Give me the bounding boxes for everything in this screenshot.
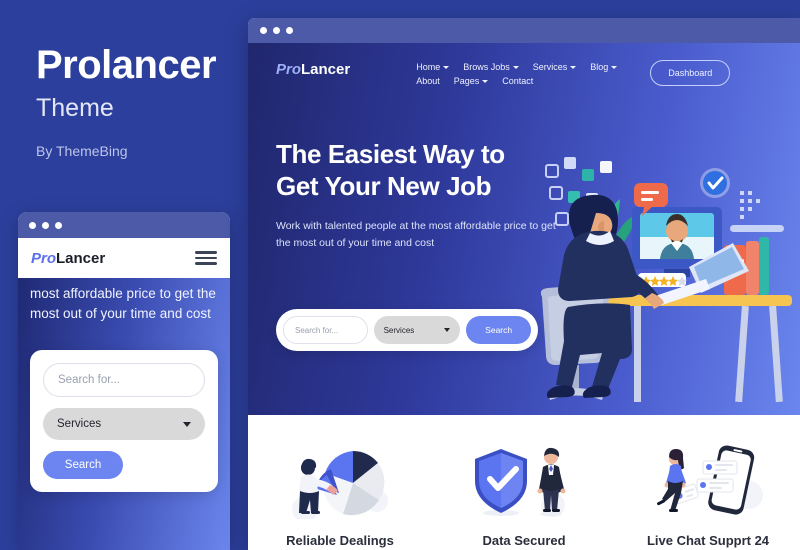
promo-subtitle: Theme — [36, 94, 114, 122]
hero-heading-line1: The Easiest Way to — [276, 139, 505, 169]
page-title: Prolancer — [36, 43, 217, 87]
nav-item-about[interactable]: About — [416, 76, 440, 86]
mobile-mockup: ProLancer most affordable price to get t… — [18, 212, 230, 550]
feature-card-live-chat[interactable]: Live Chat Supprt 24 — [616, 443, 800, 548]
feature-label: Reliable Dealings — [286, 533, 394, 548]
mobile-logo-prefix: Pro — [31, 249, 57, 267]
hero-illustration — [540, 157, 792, 403]
dashboard-button[interactable]: Dashboard — [650, 60, 731, 86]
window-dot-icon — [29, 221, 36, 229]
mobile-search-input[interactable]: Search for... — [43, 363, 205, 397]
window-dot-icon — [42, 221, 49, 229]
nav-item-contact[interactable]: Contact — [502, 76, 533, 86]
nav-label: Services — [532, 62, 568, 72]
promo-author: By ThemeBing — [36, 143, 128, 159]
chevron-down-icon — [512, 65, 519, 69]
search-input[interactable]: Search for... — [283, 316, 368, 344]
mobile-category-value: Services — [57, 418, 102, 430]
nav-links: Home Brows Jobs Services Blog About Page… — [350, 59, 650, 86]
search-button[interactable]: Search — [466, 316, 531, 344]
hamburger-icon[interactable] — [195, 251, 217, 265]
hero-section: ProLancer Home Brows Jobs Services Blog … — [248, 43, 800, 415]
mobile-hero: most affordable price to get the most ou… — [18, 278, 230, 550]
mobile-logo[interactable]: ProLancer — [31, 250, 105, 267]
feature-card-reliable-dealings[interactable]: Reliable Dealings — [248, 443, 432, 548]
mobile-category-select[interactable]: Services — [43, 408, 205, 440]
category-select[interactable]: Services — [373, 316, 461, 344]
phone-chat-person-illustration — [657, 445, 763, 515]
chevron-down-icon — [443, 65, 450, 69]
pie-chart-person-illustration — [292, 451, 388, 519]
chevron-down-icon — [444, 328, 451, 332]
site-logo-suffix: Lancer — [301, 61, 351, 78]
feature-label: Live Chat Supprt 24 — [646, 533, 770, 548]
mobile-chrome-bar — [18, 212, 230, 238]
nav-item-blog[interactable]: Blog — [590, 62, 618, 72]
chevron-down-icon — [611, 65, 618, 69]
nav-item-brows-jobs[interactable]: Brows Jobs — [463, 62, 519, 72]
nav-label: Blog — [590, 62, 609, 72]
nav-item-services[interactable]: Services — [533, 62, 577, 72]
hero-text-block: The Easiest Way to Get Your New Job Work… — [276, 139, 566, 252]
feature-card-data-secured[interactable]: Data Secured — [432, 443, 616, 548]
feature-label: Data Secured — [482, 533, 566, 548]
window-dot-icon — [273, 27, 280, 34]
promo-text-block: Prolancer Theme By ThemeBing — [36, 44, 246, 159]
site-logo[interactable]: ProLancer — [276, 61, 350, 78]
hero-heading: The Easiest Way to Get Your New Job — [276, 139, 566, 202]
features-section: Reliable Dealings Data Secured Live Chat… — [248, 415, 800, 550]
nav-label: About — [416, 76, 440, 86]
promo-screenshot: Prolancer Theme By ThemeBing ProLancer m… — [0, 0, 800, 550]
nav-label: Home — [416, 62, 441, 72]
nav-label: Pages — [453, 76, 480, 86]
nav-label: Contact — [502, 76, 534, 86]
window-dot-icon — [55, 221, 62, 229]
mobile-hero-text: most affordable price to get the most ou… — [30, 286, 216, 321]
mobile-navbar: ProLancer — [18, 238, 230, 278]
site-logo-prefix: Pro — [276, 61, 302, 78]
chevron-down-icon — [570, 65, 577, 69]
site-navbar: ProLancer Home Brows Jobs Services Blog … — [248, 43, 800, 86]
mobile-search-button[interactable]: Search — [43, 451, 123, 479]
chevron-down-icon — [183, 421, 191, 427]
chevron-down-icon — [482, 79, 489, 83]
nav-item-home[interactable]: Home — [416, 62, 450, 72]
mobile-logo-suffix: Lancer — [56, 249, 106, 267]
nav-item-pages[interactable]: Pages — [454, 76, 489, 86]
mobile-search-card: Search for... Services Search — [30, 350, 218, 492]
window-dot-icon — [286, 27, 293, 34]
shield-check-businessman-illustration — [475, 447, 566, 517]
browser-chrome-bar — [248, 18, 800, 43]
hero-search-bar: Search for... Services Search — [276, 309, 538, 351]
nav-label: Brows Jobs — [463, 62, 510, 72]
hero-heading-line2: Get Your New Job — [276, 170, 492, 201]
browser-mockup: ProLancer Home Brows Jobs Services Blog … — [248, 18, 800, 550]
window-dot-icon — [260, 27, 267, 34]
category-value: Services — [383, 325, 415, 335]
hero-paragraph: Work with talented people at the most af… — [276, 220, 556, 250]
